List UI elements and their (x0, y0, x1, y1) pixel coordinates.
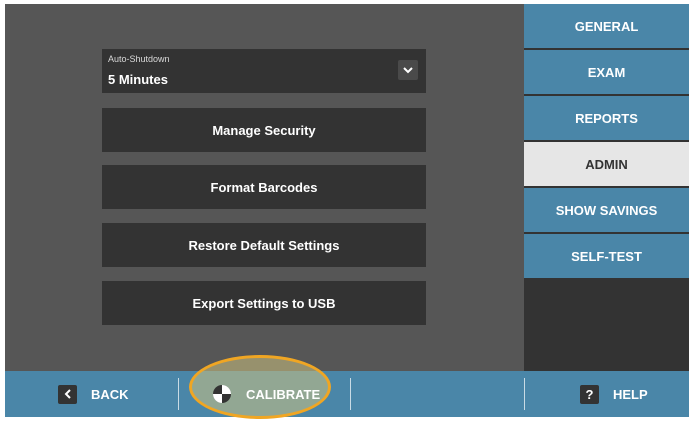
restore-default-settings-button[interactable]: Restore Default Settings (102, 223, 426, 267)
device-screen: Auto-Shutdown 5 Minutes Manage Security … (5, 4, 689, 417)
auto-shutdown-dropdown[interactable]: Auto-Shutdown 5 Minutes (102, 49, 426, 93)
help-label: HELP (613, 386, 648, 402)
tab-self-test[interactable]: SELF-TEST (524, 234, 689, 278)
tab-admin[interactable]: ADMIN (524, 142, 689, 186)
manage-security-button[interactable]: Manage Security (102, 108, 426, 152)
chevron-down-icon[interactable] (398, 60, 418, 80)
category-tabs: GENERAL EXAM REPORTS ADMIN SHOW SAVINGS … (524, 4, 689, 371)
tab-general[interactable]: GENERAL (524, 4, 689, 48)
divider (350, 378, 351, 410)
bottom-bar: BACK ? HELP (5, 371, 689, 417)
chevron-left-icon (58, 384, 77, 404)
tab-show-savings[interactable]: SHOW SAVINGS (524, 188, 689, 232)
calibration-target-icon (212, 384, 232, 404)
export-settings-usb-button[interactable]: Export Settings to USB (102, 281, 426, 325)
help-button[interactable]: ? HELP (580, 371, 648, 417)
divider (524, 378, 525, 410)
tab-reports[interactable]: REPORTS (524, 96, 689, 140)
settings-panel: Auto-Shutdown 5 Minutes Manage Security … (5, 4, 524, 371)
back-button[interactable]: BACK (58, 371, 129, 417)
auto-shutdown-label: Auto-Shutdown (108, 54, 170, 64)
back-label: BACK (91, 386, 129, 402)
question-icon: ? (580, 384, 599, 404)
calibrate-button[interactable]: CALIBRATE (212, 371, 320, 417)
format-barcodes-button[interactable]: Format Barcodes (102, 165, 426, 209)
tab-exam[interactable]: EXAM (524, 50, 689, 94)
calibrate-label: CALIBRATE (246, 386, 321, 402)
divider (178, 378, 179, 410)
auto-shutdown-value: 5 Minutes (108, 72, 168, 87)
